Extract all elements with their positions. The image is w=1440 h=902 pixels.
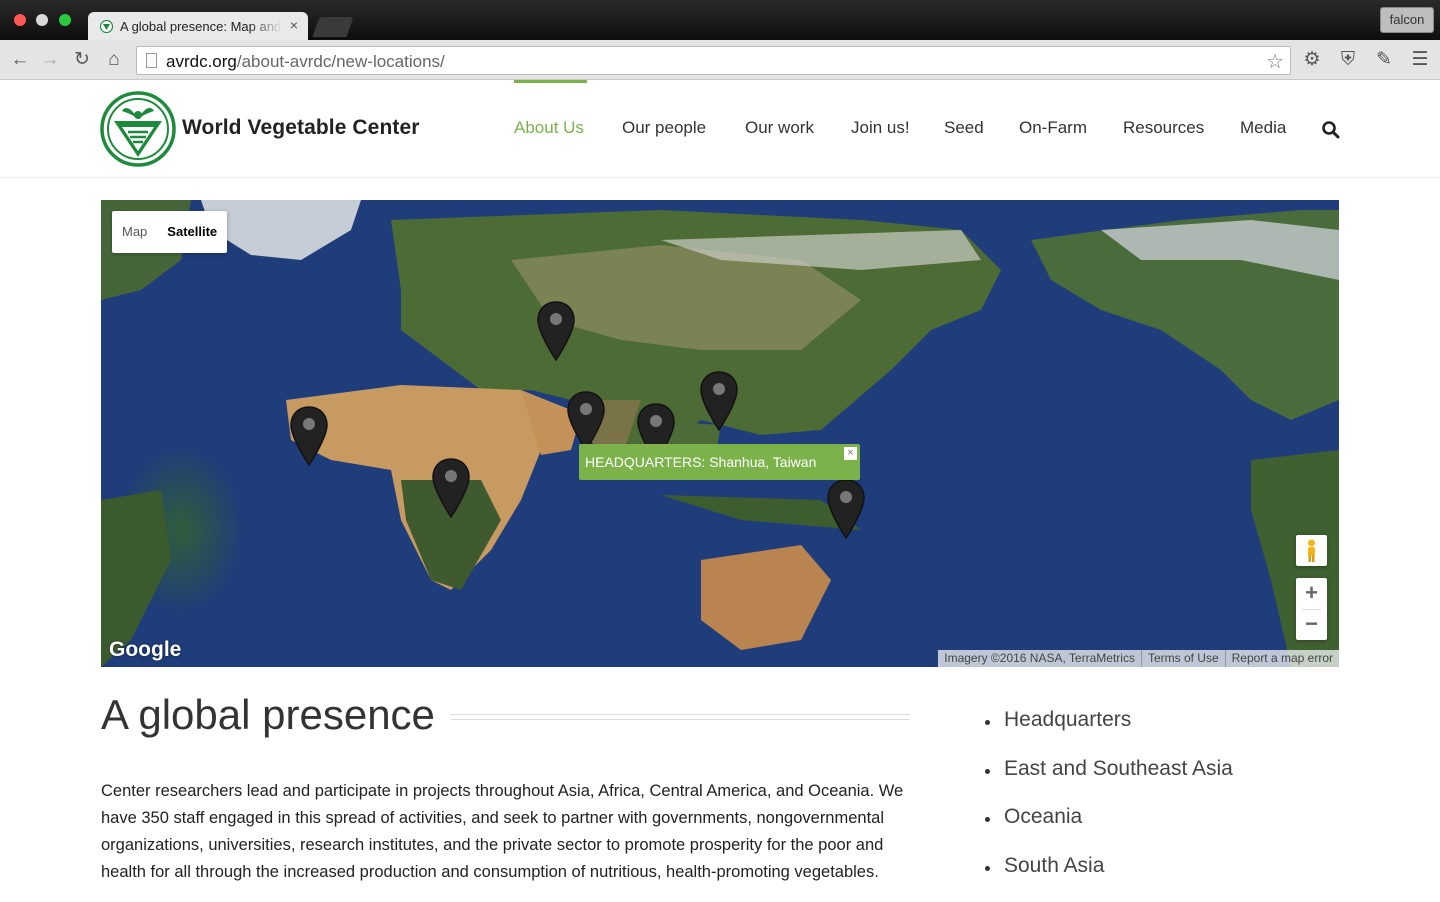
address-bar[interactable]: avrdc.org/about-avrdc/new-locations/ ☆ xyxy=(136,46,1291,75)
nav-item-about-us[interactable]: About Us xyxy=(514,118,584,138)
satellite-imagery xyxy=(101,200,1339,667)
shield-extension-icon[interactable]: ⛨ xyxy=(1338,50,1358,70)
terms-of-use-link[interactable]: Terms of Use xyxy=(1141,650,1225,667)
profile-button[interactable]: falcon xyxy=(1380,7,1434,33)
intro-paragraph: Center researchers lead and participate … xyxy=(101,778,913,886)
report-map-error-link[interactable]: Report a map error xyxy=(1225,650,1339,667)
back-icon[interactable]: ← xyxy=(10,50,30,70)
main-nav: About Us Our people Our work Join us! Se… xyxy=(0,118,1440,142)
browser-titlebar: A global presence: Map and × falcon xyxy=(0,0,1440,40)
locations-map[interactable]: Map Satellite HEADQUARTERS: Shanhua, Tai… xyxy=(101,200,1339,667)
close-window-button[interactable] xyxy=(14,14,26,26)
home-icon[interactable]: ⌂ xyxy=(104,50,124,70)
title-divider xyxy=(451,714,910,720)
map-marker-pin-icon[interactable] xyxy=(566,390,606,452)
nav-item-our-work[interactable]: Our work xyxy=(745,118,814,138)
zoom-control: + − xyxy=(1296,578,1327,640)
minimize-window-button[interactable] xyxy=(36,14,48,26)
map-type-control: Map Satellite xyxy=(112,211,227,253)
url-text: avrdc.org/about-avrdc/new-locations/ xyxy=(166,52,445,72)
map-info-window[interactable]: HEADQUARTERS: Shanhua, Taiwan × xyxy=(579,444,860,480)
nav-item-on-farm[interactable]: On-Farm xyxy=(1019,118,1087,138)
nav-item-media[interactable]: Media xyxy=(1240,118,1286,138)
bookmark-star-icon[interactable]: ☆ xyxy=(1266,49,1284,74)
map-marker-pin-icon[interactable] xyxy=(536,300,576,362)
info-window-close-icon[interactable]: × xyxy=(844,447,857,460)
forward-icon[interactable]: → xyxy=(40,50,60,70)
new-tab-button[interactable] xyxy=(312,17,353,37)
nav-item-join-us[interactable]: Join us! xyxy=(851,118,910,138)
tab-title: A global presence: Map and xyxy=(120,19,282,34)
map-marker-pin-icon[interactable] xyxy=(699,370,739,432)
zoom-out-button[interactable]: − xyxy=(1296,609,1327,640)
search-icon[interactable] xyxy=(1321,120,1341,140)
region-list: Headquarters East and Southeast Asia Oce… xyxy=(985,708,1365,902)
tab-close-icon[interactable]: × xyxy=(290,17,298,33)
reload-icon[interactable]: ↻ xyxy=(72,50,92,70)
nav-item-seed[interactable]: Seed xyxy=(944,118,984,138)
zoom-window-button[interactable] xyxy=(59,14,71,26)
imagery-credit: Imagery ©2016 NASA, TerraMetrics xyxy=(938,650,1141,667)
info-window-text: HEADQUARTERS: Shanhua, Taiwan xyxy=(585,454,816,470)
menu-icon[interactable]: ☰ xyxy=(1410,50,1430,70)
nav-active-indicator xyxy=(514,80,587,83)
page-title: A global presence xyxy=(101,691,435,739)
street-view-pegman-icon[interactable] xyxy=(1296,535,1327,566)
map-attribution: Imagery ©2016 NASA, TerraMetrics Terms o… xyxy=(938,650,1339,667)
region-link-east-southeast-asia[interactable]: East and Southeast Asia xyxy=(985,757,1365,806)
map-type-satellite-button[interactable]: Satellite xyxy=(157,211,227,253)
map-marker-pin-icon[interactable] xyxy=(431,457,471,519)
page-icon xyxy=(146,53,157,68)
browser-tab[interactable]: A global presence: Map and × xyxy=(88,12,308,40)
region-link-south-asia[interactable]: South Asia xyxy=(985,854,1365,902)
map-marker-pin-icon[interactable] xyxy=(826,478,866,540)
region-link-oceania[interactable]: Oceania xyxy=(985,805,1365,854)
google-logo: Google xyxy=(109,638,181,662)
region-link-headquarters[interactable]: Headquarters xyxy=(985,708,1365,757)
site-favicon-icon xyxy=(100,20,113,33)
pen-extension-icon[interactable]: ✎ xyxy=(1374,50,1394,70)
map-marker-pin-icon[interactable] xyxy=(289,405,329,467)
site-header: World Vegetable Center About Us Our peop… xyxy=(0,80,1440,178)
nav-item-our-people[interactable]: Our people xyxy=(622,118,706,138)
settings-gear-icon[interactable]: ⚙ xyxy=(1302,50,1322,70)
zoom-in-button[interactable]: + xyxy=(1296,578,1327,609)
map-type-map-button[interactable]: Map xyxy=(112,211,157,253)
nav-item-resources[interactable]: Resources xyxy=(1123,118,1204,138)
